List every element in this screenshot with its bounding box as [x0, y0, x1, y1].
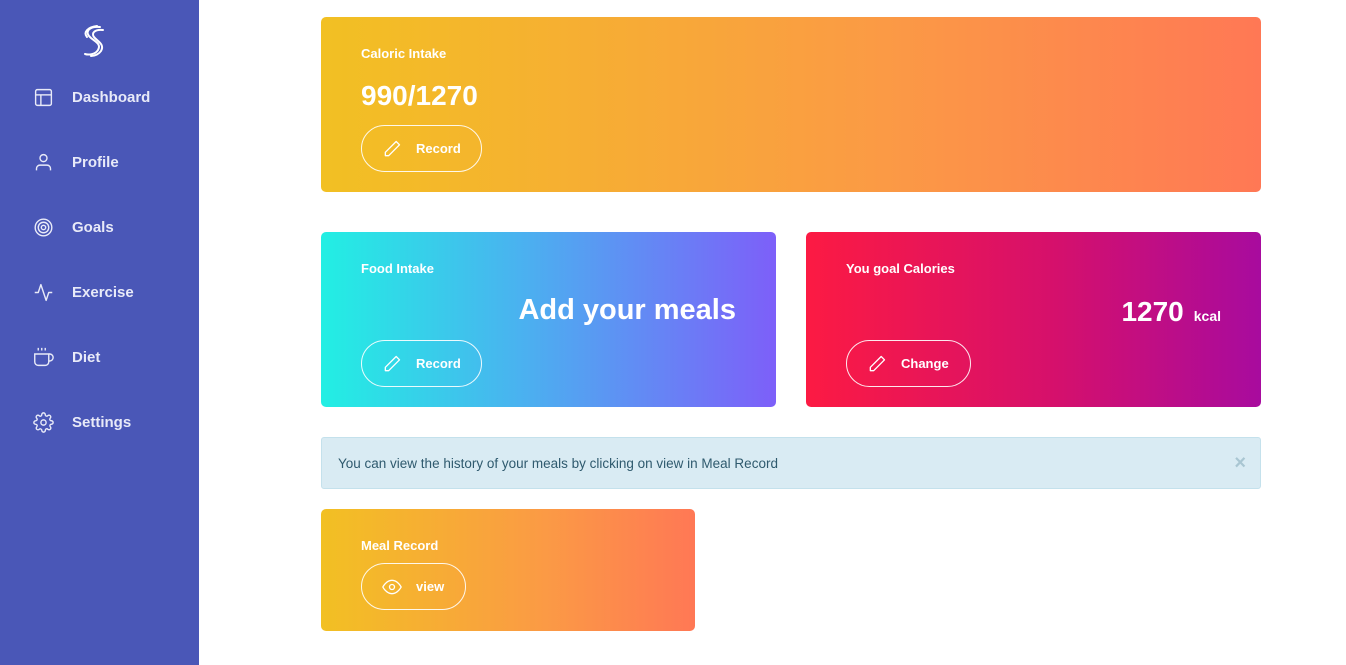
target-icon	[33, 217, 54, 238]
s-logo[interactable]	[80, 24, 108, 58]
alert-text: You can view the history of your meals b…	[338, 455, 778, 471]
sidebar-item-label: Settings	[72, 413, 132, 431]
caloric-intake-card: Caloric Intake 990/1270 Record	[321, 17, 1261, 192]
record-button[interactable]: Record	[361, 125, 482, 172]
food-record-button[interactable]: Record	[361, 340, 482, 387]
card-label: Food Intake	[361, 261, 434, 276]
pencil-icon	[382, 354, 402, 374]
eye-icon	[382, 577, 402, 597]
sidebar-item-label: Diet	[72, 348, 101, 366]
sidebar-item-goals[interactable]: Goals	[33, 214, 114, 240]
sidebar: Dashboard Profile Goals Exercise Diet Se…	[0, 0, 199, 665]
info-alert: You can view the history of your meals b…	[321, 437, 1261, 489]
cup-icon	[33, 347, 54, 368]
button-label: Record	[416, 141, 461, 156]
activity-icon	[33, 282, 54, 303]
food-intake-card: Food Intake Add your meals Record	[321, 232, 776, 407]
layout-icon	[33, 87, 54, 108]
sidebar-item-label: Dashboard	[72, 88, 151, 106]
change-button[interactable]: Change	[846, 340, 971, 387]
sidebar-item-label: Profile	[72, 153, 119, 171]
goal-number: 1270	[1121, 296, 1184, 327]
sidebar-item-label: Exercise	[72, 283, 134, 301]
sidebar-item-diet[interactable]: Diet	[33, 344, 100, 370]
add-meals-headline: Add your meals	[518, 294, 736, 326]
sidebar-item-dashboard[interactable]: Dashboard	[33, 84, 150, 110]
goal-value: 1270 kcal	[1121, 296, 1221, 328]
user-icon	[33, 152, 54, 173]
button-label: Record	[416, 356, 461, 371]
sidebar-item-exercise[interactable]: Exercise	[33, 279, 134, 305]
card-label: Caloric Intake	[361, 46, 447, 61]
pencil-icon	[382, 139, 402, 159]
sidebar-item-settings[interactable]: Settings	[33, 409, 131, 435]
close-icon[interactable]: ×	[1234, 453, 1246, 473]
gear-icon	[33, 411, 54, 433]
card-label: You goal Calories	[846, 261, 955, 276]
goal-calories-card: You goal Calories 1270 kcal Change	[806, 232, 1261, 407]
sidebar-item-label: Goals	[72, 218, 114, 236]
button-label: Change	[901, 356, 949, 371]
sidebar-item-profile[interactable]: Profile	[33, 149, 119, 175]
meal-record-card: Meal Record view	[321, 509, 695, 631]
button-label: view	[416, 579, 445, 594]
card-label: Meal Record	[361, 538, 439, 553]
goal-unit: kcal	[1193, 308, 1221, 324]
pencil-icon	[867, 354, 887, 374]
view-button[interactable]: view	[361, 563, 466, 610]
caloric-value: 990/1270	[361, 80, 478, 111]
